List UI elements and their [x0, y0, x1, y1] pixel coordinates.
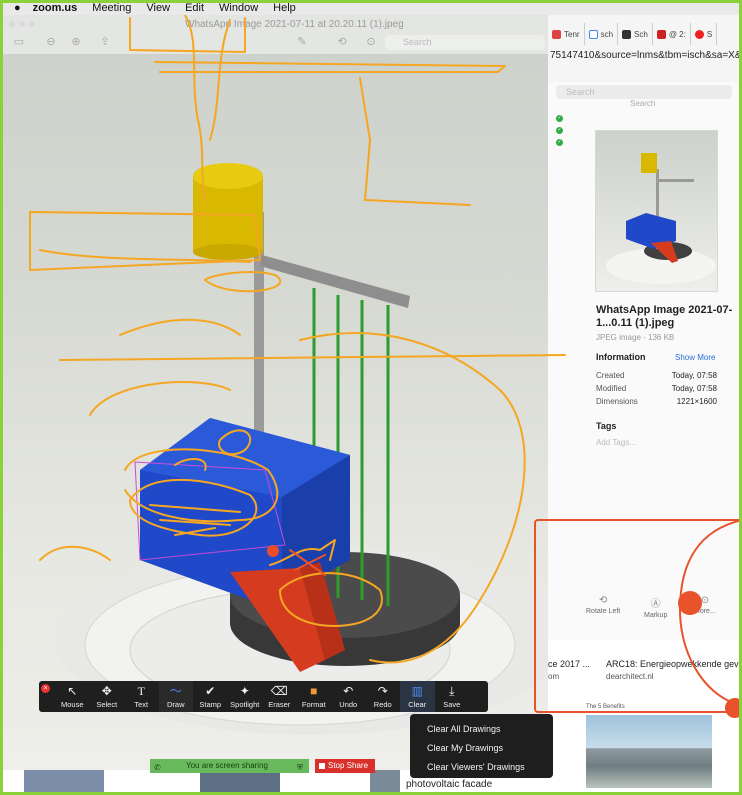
benefits-caption: The 5 Benefits — [586, 704, 625, 710]
rotate-left-icon: ⟲ — [598, 595, 608, 606]
annotation-toolbar: ↖ Mouse ✥ Select T Text 〜 Draw ✔ Stamp ✦ Spotl… — [39, 681, 488, 712]
undo-tool[interactable]: ↶ Undo — [331, 681, 366, 712]
information-heading: Information — [596, 352, 646, 362]
web-results-strip: ce 2017 ... om ARC18: Energieopwekkende … — [548, 640, 742, 795]
menu-view[interactable]: View — [146, 2, 170, 14]
stop-share-button[interactable]: Stop Share — [315, 759, 375, 773]
browser-tab[interactable]: S — [691, 23, 718, 45]
add-tags-field[interactable]: Add Tags... — [596, 438, 636, 447]
menu-help[interactable]: Help — [273, 2, 296, 14]
mac-menubar: ● zoom.us Meeting View Edit Window Help — [0, 0, 742, 15]
share-status: ✆ You are screen sharing ⛨ — [150, 759, 309, 773]
menu-app-name[interactable]: zoom.us — [33, 2, 78, 14]
clear-my-drawings-item[interactable]: Clear My Drawings — [410, 739, 553, 758]
clear-viewers-drawings-item[interactable]: Clear Viewers' Drawings — [410, 758, 553, 777]
horizontal-arm — [260, 255, 410, 308]
result-thumbnail[interactable] — [24, 770, 104, 795]
clear-menu: Clear All Drawings Clear My Drawings Cle… — [410, 714, 553, 778]
phone-icon: ✆ — [154, 763, 161, 772]
redo-icon: ↷ — [377, 684, 388, 698]
browser-tab-strip: Tenr sch Sch @ 2: S — [548, 23, 742, 45]
shield-icon: ⛨ — [297, 763, 303, 772]
format-tool[interactable]: ■ Format — [297, 681, 332, 712]
check-icon: ✓ — [556, 127, 563, 134]
spotlight-tool[interactable]: ✦ Spotlight — [228, 681, 263, 712]
browser-tab[interactable]: @ 2: — [653, 23, 691, 45]
clear-all-drawings-item[interactable]: Clear All Drawings — [410, 720, 553, 739]
annotation-dot — [267, 545, 279, 557]
close-annotation-icon[interactable]: × — [41, 684, 50, 693]
menu-edit[interactable]: Edit — [185, 2, 204, 14]
clear-tool[interactable]: ▥ Clear — [400, 681, 435, 712]
show-more-link[interactable]: Show More — [675, 353, 715, 362]
browser-tab[interactable]: Tenr — [548, 23, 585, 45]
markup-icon: Ⓐ — [650, 599, 661, 610]
result-source: om — [548, 672, 560, 681]
file-thumbnail — [595, 130, 718, 292]
spotlight-icon: ✦ — [239, 684, 250, 698]
menu-meeting[interactable]: Meeting — [92, 2, 131, 14]
draw-icon: 〜 — [169, 684, 182, 698]
eraser-icon: ⌫ — [270, 684, 288, 698]
result-caption[interactable]: photovoltaic facade — [406, 779, 492, 790]
result-thumbnail[interactable] — [200, 770, 280, 795]
browser-tab[interactable]: Sch — [618, 23, 653, 45]
file-info-panel: Search Search ✓ ✓ ✓ WhatsApp Image 2021-… — [548, 82, 742, 682]
menu-window[interactable]: Window — [219, 2, 258, 14]
address-bar[interactable]: 75147410&source=lnms&tbm=isch&sa=X&v — [548, 50, 742, 61]
undo-icon: ↶ — [343, 684, 354, 698]
stamp-tool[interactable]: ✔ Stamp — [193, 681, 228, 712]
select-tool[interactable]: ✥ Select — [90, 681, 125, 712]
move-icon: ✥ — [101, 684, 112, 698]
check-icon: ✓ — [556, 139, 563, 146]
info-row-modified: Modified Today, 07:58 — [596, 384, 717, 393]
text-icon: T — [137, 684, 145, 698]
more-button[interactable]: ⊙ More... — [694, 595, 716, 615]
result-thumbnail[interactable] — [370, 770, 400, 795]
check-icon: ✓ — [556, 115, 563, 122]
format-color-icon: ■ — [310, 684, 318, 698]
info-row-dimensions: Dimensions 1221×1600 — [596, 397, 717, 406]
mouse-tool[interactable]: ↖ Mouse — [55, 681, 90, 712]
rotate-left-button[interactable]: ⟲ Rotate Left — [586, 595, 620, 615]
save-icon: ⤓ — [449, 684, 455, 698]
tags-heading: Tags — [596, 421, 617, 431]
preview-image — [55, 163, 553, 735]
result-source: dearchitect.nl — [606, 672, 654, 681]
info-row-created: Created Today, 07:58 — [596, 371, 717, 380]
screen-share-bar: ✆ You are screen sharing ⛨ Stop Share — [150, 759, 376, 773]
eraser-tool[interactable]: ⌫ Eraser — [262, 681, 297, 712]
file-type: JPEG image - 136 KB — [596, 333, 675, 342]
stamp-check-icon: ✔ — [205, 684, 216, 698]
text-tool[interactable]: T Text — [124, 681, 159, 712]
result-title[interactable]: ARC18: Energieopwekkende gevel W — [606, 659, 742, 669]
result-title[interactable]: ce 2017 ... — [548, 659, 590, 669]
yellow-cylinder-top — [193, 163, 263, 189]
info-search-field[interactable]: Search — [556, 85, 732, 99]
save-tool[interactable]: ⤓ Save — [435, 681, 470, 712]
mouse-pointer-icon: ↖ — [67, 684, 78, 698]
browser-tab[interactable]: sch — [585, 23, 619, 45]
info-search-label: Search — [630, 99, 656, 108]
file-name: WhatsApp Image 2021-07-1...0.11 (1).jpeg — [596, 304, 733, 329]
preview-window: WhatsApp Image 2021-07-11 at 20.20.11 (1… — [0, 15, 553, 795]
more-icon: ⊙ — [700, 595, 710, 606]
draw-tool[interactable]: 〜 Draw — [158, 681, 193, 712]
redo-tool[interactable]: ↷ Redo — [366, 681, 401, 712]
apple-icon[interactable]: ● — [14, 2, 21, 14]
trash-icon: ▥ — [411, 684, 423, 698]
markup-button[interactable]: Ⓐ Markup — [644, 595, 667, 619]
building-image[interactable] — [586, 715, 712, 788]
